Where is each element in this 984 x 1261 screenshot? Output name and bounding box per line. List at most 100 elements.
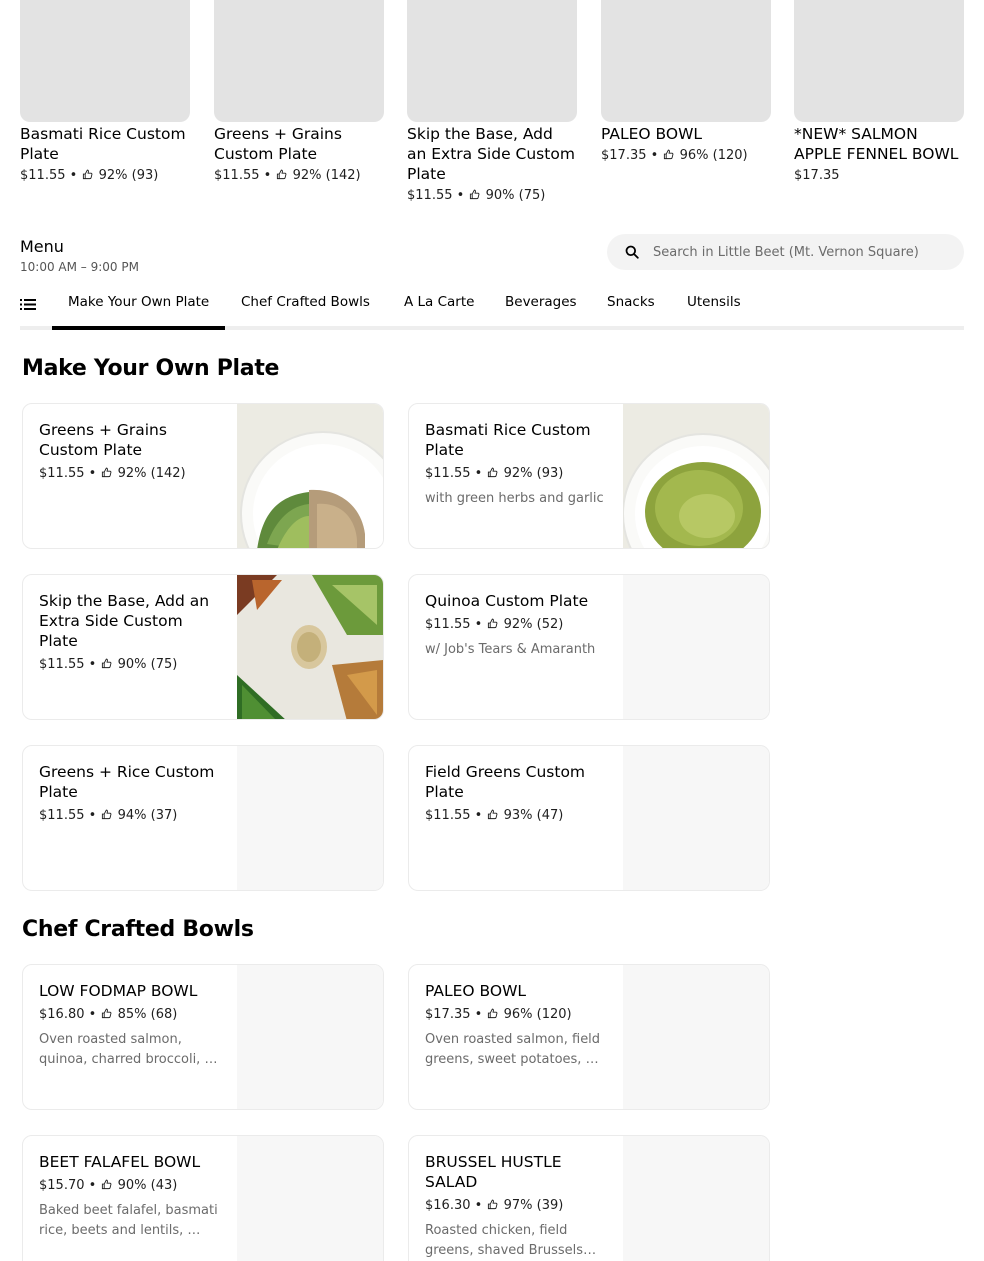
- menu-item-card[interactable]: PALEO BOWL $17.35 • 96% (120) Oven roast…: [408, 964, 770, 1110]
- menu-item-image: [623, 1136, 769, 1261]
- featured-item-name: PALEO BOWL: [601, 125, 703, 143]
- menu-item-card[interactable]: LOW FODMAP BOWL $16.80 • 85% (68) Oven r…: [22, 964, 384, 1110]
- menu-item-meta: $15.70 • 90% (43): [39, 1177, 221, 1195]
- featured-item-price: $11.55: [214, 168, 260, 183]
- menu-item-description: Oven roasted salmon, field greens, sweet…: [425, 1032, 601, 1067]
- menu-item-rating: 90% (75): [117, 657, 178, 672]
- separator: •: [474, 1198, 483, 1213]
- featured-item-name: Greens + Grains Custom Plate: [214, 125, 342, 163]
- thumbs-up-icon: [488, 1199, 498, 1210]
- featured-item-image: [794, 0, 964, 122]
- menu-item-card[interactable]: Greens + Grains Custom Plate $11.55 • 92…: [22, 403, 384, 549]
- menu-item-card[interactable]: Quinoa Custom Plate $11.55 • 92% (52) w/…: [408, 574, 770, 720]
- separator: •: [474, 617, 483, 632]
- menu-item-price: $11.55: [39, 657, 85, 672]
- tab-utensils[interactable]: Utensils: [671, 282, 757, 326]
- menu-item-image: [237, 965, 383, 1109]
- list-icon[interactable]: [20, 298, 36, 311]
- menu-item-rating: 90% (43): [117, 1178, 178, 1193]
- menu-item-image: [237, 1136, 383, 1261]
- menu-item-meta: $16.30 • 97% (39): [425, 1197, 607, 1215]
- menu-item-rating: 92% (52): [503, 617, 564, 632]
- category-tabs: Make Your Own Plate Chef Crafted Bowls A…: [20, 282, 964, 330]
- search-bar[interactable]: [607, 234, 964, 270]
- menu-header: Menu 10:00 AM – 9:00 PM: [20, 236, 139, 275]
- separator: •: [456, 188, 465, 203]
- menu-item-card[interactable]: Field Greens Custom Plate $11.55 • 93% (…: [408, 745, 770, 891]
- menu-item-meta: $11.55 • 93% (47): [425, 807, 607, 825]
- tab-snacks[interactable]: Snacks: [591, 282, 671, 326]
- tab-a-la-carte[interactable]: A La Carte: [388, 282, 490, 326]
- tab-chef-crafted-bowls[interactable]: Chef Crafted Bowls: [225, 282, 386, 326]
- featured-item-image: [214, 0, 384, 122]
- menu-item-price: $11.55: [425, 808, 471, 823]
- menu-item-name: LOW FODMAP BOWL: [39, 982, 198, 1000]
- menu-item-rating: 92% (142): [117, 466, 186, 481]
- separator: •: [650, 148, 659, 163]
- thumbs-up-icon: [102, 1179, 112, 1190]
- featured-item-rating: 92% (142): [292, 168, 361, 183]
- featured-item-meta: $11.55 • 92% (93): [20, 167, 190, 185]
- menu-item-card[interactable]: Basmati Rice Custom Plate $11.55 • 92% (…: [408, 403, 770, 549]
- featured-item-rating: 96% (120): [679, 148, 748, 163]
- search-input[interactable]: [653, 234, 953, 270]
- menu-item-card[interactable]: Greens + Rice Custom Plate $11.55 • 94% …: [22, 745, 384, 891]
- menu-item-price: $16.80: [39, 1007, 85, 1022]
- featured-item[interactable]: Skip the Base, Add an Extra Side Custom …: [407, 0, 577, 205]
- separator: •: [88, 1178, 97, 1193]
- featured-item-price: $17.35: [601, 148, 647, 163]
- menu-item-rating: 94% (37): [117, 808, 178, 823]
- menu-item-card[interactable]: Skip the Base, Add an Extra Side Custom …: [22, 574, 384, 720]
- menu-item-description: Roasted chicken, field greens, shaved Br…: [425, 1223, 597, 1258]
- featured-item-rating: 92% (93): [98, 168, 159, 183]
- thumbs-up-icon: [488, 809, 498, 820]
- separator: •: [88, 1007, 97, 1022]
- menu-item-name: Quinoa Custom Plate: [425, 592, 589, 610]
- section-title: Make Your Own Plate: [22, 356, 280, 381]
- featured-item[interactable]: Basmati Rice Custom Plate $11.55 • 92% (…: [20, 0, 190, 185]
- thumbs-up-icon: [83, 169, 93, 180]
- thumbs-up-icon: [470, 189, 480, 200]
- menu-item-name: Greens + Rice Custom Plate: [39, 763, 215, 801]
- menu-item-description: Baked beet falafel, basmati rice, beets …: [39, 1203, 218, 1238]
- menu-item-name: BEET FALAFEL BOWL: [39, 1153, 201, 1171]
- featured-item-price: $17.35: [794, 168, 840, 183]
- separator: •: [69, 168, 78, 183]
- separator: •: [474, 1007, 483, 1022]
- tab-beverages[interactable]: Beverages: [489, 282, 593, 326]
- featured-item[interactable]: Greens + Grains Custom Plate $11.55 • 92…: [214, 0, 384, 185]
- thumbs-up-icon: [488, 467, 498, 478]
- separator: •: [474, 466, 483, 481]
- menu-item-name: PALEO BOWL: [425, 982, 527, 1000]
- featured-item-price: $11.55: [20, 168, 66, 183]
- featured-item-image: [20, 0, 190, 122]
- menu-item-name: Greens + Grains Custom Plate: [39, 421, 167, 459]
- menu-item-price: $11.55: [425, 617, 471, 632]
- menu-item-meta: $11.55 • 92% (142): [39, 465, 221, 483]
- featured-item[interactable]: *NEW* SALMON APPLE FENNEL BOWL $17.35: [794, 0, 964, 185]
- menu-item-card[interactable]: BEET FALAFEL BOWL $15.70 • 90% (43) Bake…: [22, 1135, 384, 1261]
- featured-item[interactable]: PALEO BOWL $17.35 • 96% (120): [601, 0, 771, 165]
- menu-item-meta: $16.80 • 85% (68): [39, 1006, 221, 1024]
- menu-item-rating: 97% (39): [503, 1198, 564, 1213]
- section-title: Chef Crafted Bowls: [22, 917, 254, 942]
- thumbs-up-icon: [102, 809, 112, 820]
- menu-item-description: Oven roasted salmon, quinoa, charred bro…: [39, 1032, 218, 1067]
- menu-item-name: Field Greens Custom Plate: [425, 763, 586, 801]
- separator: •: [88, 466, 97, 481]
- menu-item-meta: $11.55 • 92% (93): [425, 465, 607, 483]
- thumbs-up-icon: [664, 149, 674, 160]
- menu-item-price: $16.30: [425, 1198, 471, 1213]
- featured-item-price: $11.55: [407, 188, 453, 203]
- thumbs-up-icon: [488, 618, 498, 629]
- separator: •: [88, 808, 97, 823]
- menu-item-rating: 85% (68): [117, 1007, 178, 1022]
- thumbs-up-icon: [102, 467, 112, 478]
- menu-item-meta: $11.55 • 94% (37): [39, 807, 221, 825]
- separator: •: [88, 657, 97, 672]
- menu-item-description: with green herbs and garlic: [425, 491, 604, 506]
- menu-item-card[interactable]: BRUSSEL HUSTLE SALAD $16.30 • 97% (39) R…: [408, 1135, 770, 1261]
- menu-item-description: w/ Job's Tears & Amaranth: [425, 642, 596, 657]
- menu-item-image: [623, 575, 769, 719]
- tab-make-your-own-plate[interactable]: Make Your Own Plate: [52, 282, 226, 330]
